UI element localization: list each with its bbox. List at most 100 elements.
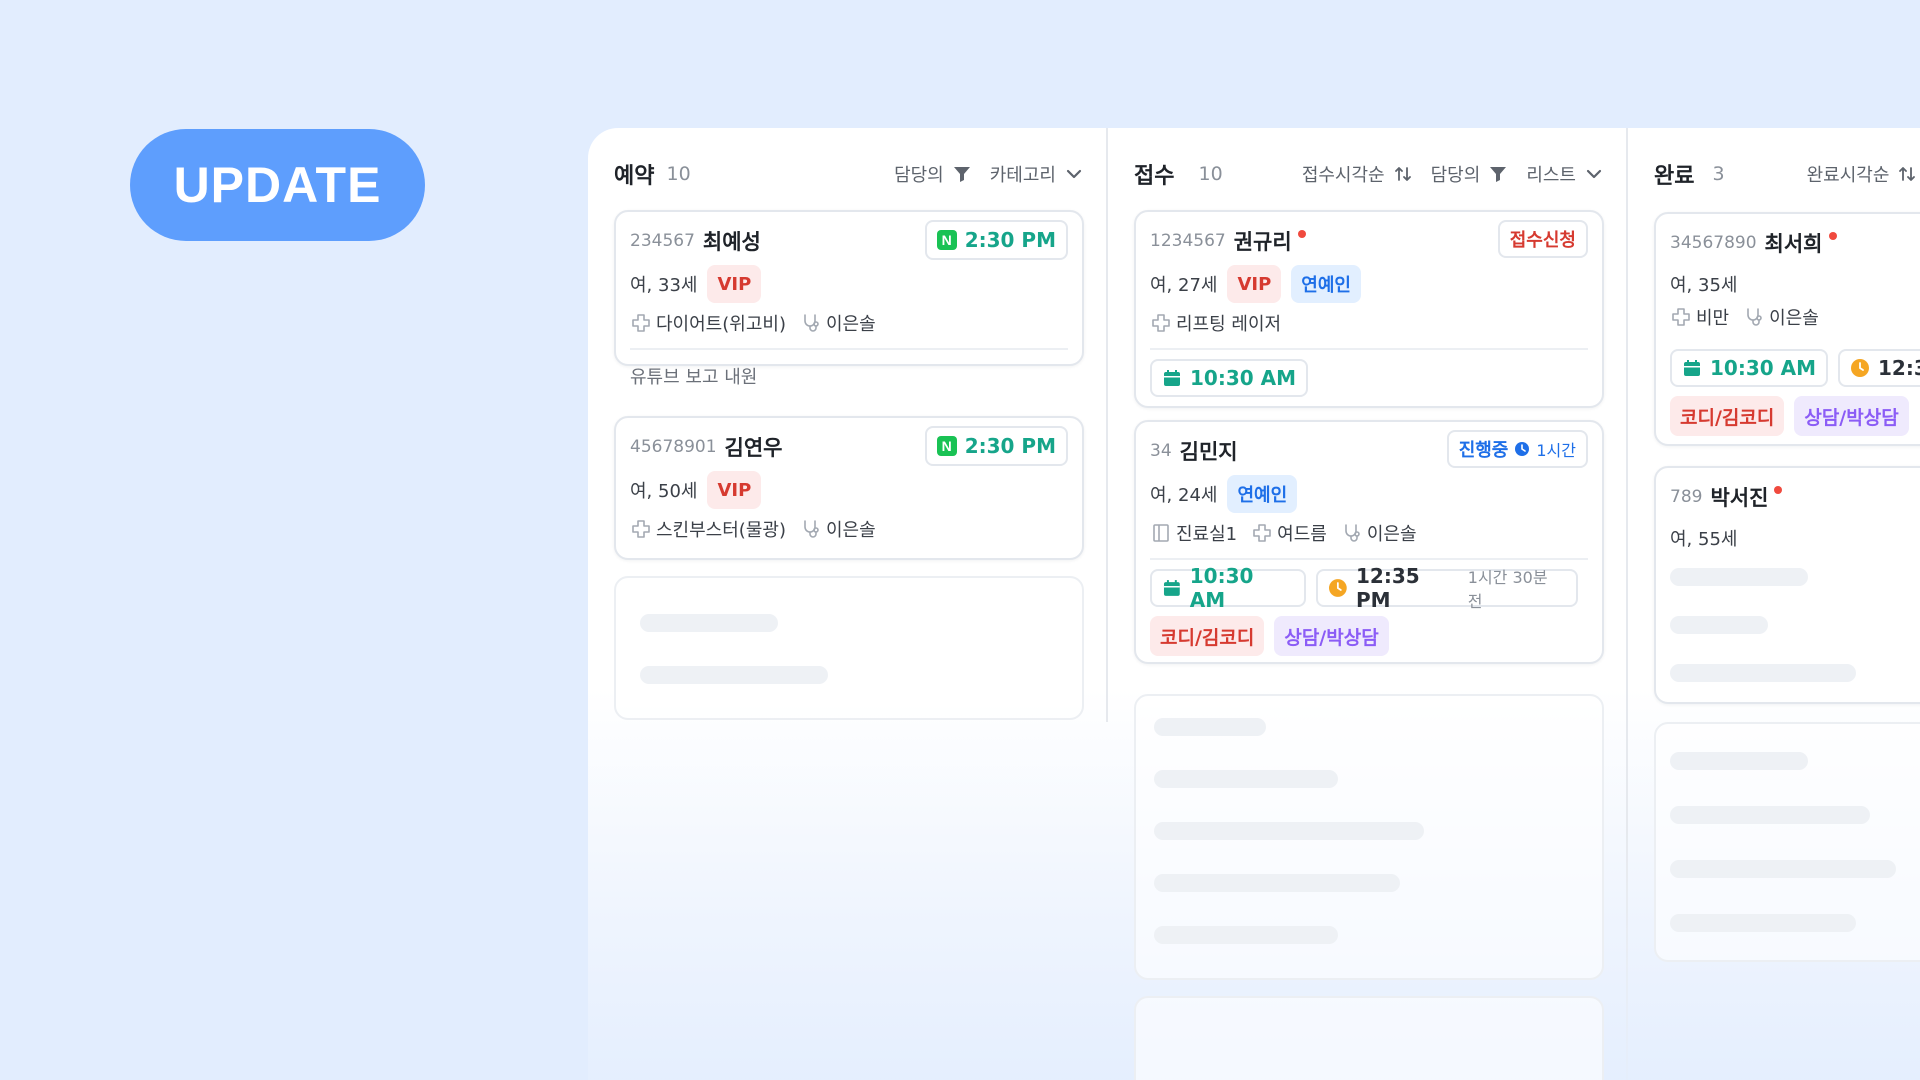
celebrity-badge: 연예인: [1227, 475, 1298, 513]
skeleton-line: [1670, 806, 1870, 824]
calendar-icon: [1163, 580, 1180, 596]
sort-button[interactable]: 접수시각순: [1302, 161, 1413, 187]
reservation-time-chip: 10:30 AM: [1150, 564, 1307, 612]
tool-label: 접수시각순: [1301, 165, 1385, 186]
check-in-time-chip: 12:35 PM 1시간 30분 전: [1316, 564, 1578, 612]
clock-icon: [1515, 442, 1530, 456]
reservation-time-chip: 10:30 AM: [1150, 359, 1309, 397]
chart-number: 34: [1150, 441, 1172, 461]
column-count: 10: [666, 163, 691, 185]
treatment-item: 스킨부스터(물광): [630, 516, 786, 542]
status-chip: 진행중 1시간: [1446, 430, 1588, 468]
chart-number: 34567890: [1670, 233, 1757, 253]
door-icon: [1153, 524, 1169, 542]
reservation-time-chip: 10:30 AM: [1670, 349, 1829, 387]
patient-meta: 여, 50세: [630, 481, 698, 502]
patient-card[interactable]: 234567 최예성 N 2:30 PM 여, 33세 VIP 다이어트(위고비…: [614, 210, 1084, 388]
vip-badge: VIP: [1227, 265, 1282, 303]
patient-name: 박서진: [1710, 486, 1769, 510]
column-title: 예약: [614, 164, 655, 189]
plus-cross-icon: [1253, 524, 1271, 542]
tool-label: 담당의: [894, 165, 944, 186]
tool-label: 담당의: [1430, 165, 1481, 186]
filter-icon: [953, 167, 970, 182]
update-badge: UPDATE: [130, 129, 425, 241]
plus-cross-icon: [1152, 314, 1170, 332]
plus-cross-icon: [632, 520, 650, 538]
category-dropdown[interactable]: 카테고리: [990, 161, 1084, 187]
sort-arrows-icon: [1899, 167, 1916, 181]
patient-card[interactable]: 34 김민지 진행중 1시간 여, 24세 연예인 진료실1 여드름 이은솔 1…: [1134, 420, 1604, 664]
plus-cross-icon: [632, 314, 650, 332]
skeleton-card: [1134, 996, 1604, 1080]
status-chip: 접수신청: [1497, 220, 1588, 258]
celebrity-badge: 연예인: [1291, 265, 1361, 303]
reservation-time-chip: N 2:30 PM: [924, 426, 1068, 466]
clock-icon: [1851, 359, 1870, 377]
tool-label: 카테고리: [989, 165, 1056, 186]
staff-tag: 상담/박상담: [1794, 396, 1909, 436]
skeleton-line: [1670, 860, 1896, 878]
column-completed: 완료 3 완료시각순 34567890 최서희 여, 35세 비만 이은솔 10…: [1628, 128, 1920, 1080]
column-header: 접수 10 접수시각순 담당의 리스트: [1134, 156, 1604, 192]
treatment-item: 리프팅 레이저: [1150, 310, 1281, 336]
calendar-icon: [1164, 370, 1180, 386]
patient-card[interactable]: 45678901 김연우 N 2:30 PM 여, 50세 VIP 스킨부스터(…: [614, 416, 1084, 560]
skeleton-line: [1670, 914, 1856, 932]
vip-badge: VIP: [707, 471, 762, 509]
skeleton-line: [1154, 822, 1424, 840]
memo-text: 유튜브 보고 내원: [630, 367, 758, 388]
patient-card[interactable]: 789 박서진 여, 55세: [1654, 466, 1920, 704]
skeleton-line: [1154, 770, 1338, 788]
doctor-item: 이은솔: [800, 310, 876, 336]
tool-label: 완료시각순: [1806, 165, 1890, 186]
skeleton-line: [1670, 664, 1856, 682]
skeleton-line: [640, 666, 828, 684]
sort-arrows-icon: [1394, 167, 1411, 181]
filter-doctor-button[interactable]: 담당의: [1431, 161, 1509, 187]
column-title: 접수: [1134, 164, 1175, 189]
new-indicator-dot: [1297, 230, 1306, 238]
patient-meta: 여, 35세: [1670, 275, 1738, 296]
patient-card[interactable]: 34567890 최서희 여, 35세 비만 이은솔 10:30 AM 12: …: [1654, 212, 1920, 446]
sort-button[interactable]: 완료시각순: [1807, 161, 1918, 187]
stethoscope-icon: [1747, 308, 1762, 326]
staff-tag: 코디/김코디: [1150, 616, 1265, 656]
naver-icon: N: [936, 436, 957, 456]
naver-icon: N: [936, 230, 957, 250]
staff-tag: 상담/박상담: [1274, 616, 1389, 656]
reservation-time: 2:30 PM: [964, 434, 1056, 458]
chart-number: 234567: [630, 231, 695, 251]
chart-number: 1234567: [1150, 231, 1226, 251]
stethoscope-icon: [804, 520, 819, 538]
view-mode-dropdown[interactable]: 리스트: [1526, 161, 1604, 187]
column-count: 3: [1712, 163, 1725, 185]
patient-name: 권규리: [1233, 230, 1292, 254]
column-reservation: 예약 10 담당의 카테고리 234567 최예성 N 2:30 PM 여, 3…: [588, 128, 1110, 1080]
patient-name: 최서희: [1764, 232, 1823, 256]
tool-label: 리스트: [1526, 165, 1576, 186]
filter-doctor-button[interactable]: 담당의: [894, 161, 972, 187]
patient-name: 김연우: [724, 436, 783, 460]
skeleton-line: [1154, 874, 1400, 892]
skeleton-line: [1154, 926, 1338, 944]
reservation-time: 2:30 PM: [964, 228, 1056, 252]
chart-number: 789: [1670, 487, 1703, 507]
treatment-item: 비만: [1670, 304, 1729, 330]
patient-name: 김민지: [1179, 440, 1238, 464]
staff-tag: 코디/김코디: [1670, 396, 1785, 436]
stethoscope-icon: [1345, 524, 1360, 542]
skeleton-line: [1670, 616, 1768, 634]
patient-meta: 여, 24세: [1150, 485, 1218, 506]
skeleton-line: [1154, 718, 1266, 736]
chevron-down-icon: [1066, 169, 1082, 179]
column-reception: 접수 10 접수시각순 담당의 리스트 1234567 권규리 접수신청 여, …: [1108, 128, 1630, 1080]
skeleton-card: [1654, 722, 1920, 962]
chevron-down-icon: [1586, 169, 1602, 179]
patient-meta: 여, 27세: [1150, 275, 1218, 296]
column-count: 10: [1198, 163, 1223, 185]
patient-card[interactable]: 1234567 권규리 접수신청 여, 27세 VIP 연예인 리프팅 레이저: [1134, 210, 1604, 408]
filter-icon: [1490, 167, 1507, 182]
treatment-item: 다이어트(위고비): [630, 310, 786, 336]
skeleton-line: [640, 614, 778, 632]
